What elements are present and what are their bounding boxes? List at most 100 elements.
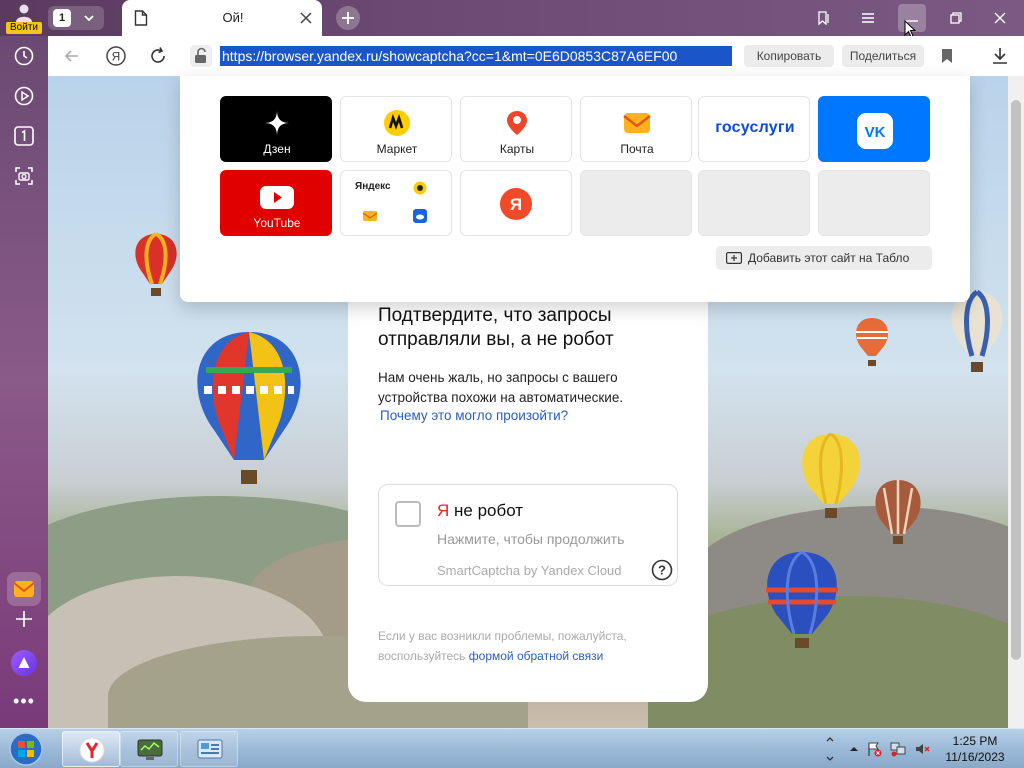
captcha-card: Подтвердите, что запросы отправляли вы, … [348, 260, 708, 702]
system-clock[interactable]: 1:25 PM 11/16/2023 [940, 733, 1010, 765]
why-link[interactable]: Почему это могло произойти? [380, 408, 568, 423]
unlocked-padlock-icon [195, 47, 206, 63]
not-robot-widget[interactable]: Я не робот Нажмите, чтобы продолжить Sma… [378, 484, 678, 586]
site-security-button[interactable] [190, 45, 212, 67]
tile-label: YouTube [253, 216, 301, 230]
reload-icon[interactable] [146, 44, 170, 68]
new-tab-button[interactable] [336, 6, 360, 30]
bookmark-icon[interactable] [940, 48, 954, 64]
captcha-hint: Нажмите, чтобы продолжить [437, 531, 625, 547]
tile-zen[interactable]: Дзен [220, 96, 332, 162]
action-center-flag-icon[interactable] [866, 741, 882, 757]
tabs-counter-icon[interactable] [12, 124, 36, 148]
copy-url-button[interactable]: Копировать [744, 45, 834, 67]
tile-label: Почта [620, 142, 654, 156]
back-arrow-icon[interactable] [60, 44, 84, 68]
close-icon [994, 12, 1006, 24]
svg-text:?: ? [658, 563, 666, 578]
yandex-browser-icon [79, 737, 105, 763]
add-site-label: Добавить этот сайт на Табло [748, 251, 910, 265]
downloads-icon[interactable] [988, 44, 1012, 68]
screenshot-camera-icon[interactable] [12, 164, 36, 188]
windows-start-icon [9, 732, 43, 766]
tab-count: 1 [53, 9, 71, 27]
share-button[interactable]: Поделиться [842, 45, 924, 67]
tile-gosuslugi[interactable]: госуслуги [698, 96, 810, 162]
zen-star-icon [264, 110, 290, 136]
hot-air-balloon-image [766, 550, 838, 648]
tab-active[interactable]: Ой! [122, 0, 322, 36]
collections-button[interactable] [810, 4, 838, 32]
tile-maps[interactable]: Карты [460, 96, 572, 162]
restore-icon [950, 12, 962, 24]
show-hidden-icons-icon[interactable] [846, 741, 862, 757]
not-robot-checkbox[interactable] [395, 501, 421, 527]
captcha-title: Подтвердите, что запросы отправляли вы, … [378, 305, 614, 350]
hot-air-balloon-image [875, 480, 921, 544]
tile-vk[interactable]: VK [818, 96, 930, 162]
maps-pin-icon [507, 111, 527, 135]
mail-app-button[interactable] [7, 572, 41, 606]
tile-yandex[interactable]: Я [460, 170, 572, 236]
tile-market[interactable]: Маркет [340, 96, 452, 162]
page-scrollbar[interactable] [1008, 76, 1024, 728]
not-robot-text: не робот [449, 501, 524, 520]
tab-title: Ой! [222, 10, 244, 25]
alice-assistant-button[interactable] [11, 650, 37, 676]
yandex-ya-letter: Я [437, 501, 450, 520]
add-box-icon [726, 252, 742, 264]
hot-air-balloon-image [135, 232, 177, 296]
vk-logo: VK [857, 113, 893, 149]
close-window-button[interactable] [986, 4, 1014, 32]
yandex-disk-icon [413, 209, 427, 223]
mail-envelope-icon [363, 211, 377, 221]
tab-count-button[interactable]: 1 [48, 6, 104, 30]
tile-youtube[interactable]: YouTube [220, 170, 332, 236]
tile-label: Карты [499, 142, 535, 156]
scrollbar-thumb[interactable] [1011, 100, 1021, 660]
browser-sidebar: ••• [0, 36, 48, 728]
tile-empty[interactable] [698, 170, 810, 236]
yandex-home-icon[interactable]: Я [104, 44, 128, 68]
taskbar-yandex-browser[interactable] [62, 731, 120, 767]
restore-button[interactable] [942, 4, 970, 32]
volume-muted-icon[interactable] [914, 741, 930, 757]
more-dots-icon[interactable]: ••• [10, 692, 38, 710]
help-question-icon[interactable]: ? [651, 559, 673, 581]
taskbar-control-panel[interactable] [180, 731, 238, 767]
tableau-dropdown: Дзен Маркет Карты Почта госуслуги VK You… [180, 76, 970, 302]
clock-date: 11/16/2023 [945, 750, 1005, 764]
tile-empty[interactable] [818, 170, 930, 236]
tile-yandex-group[interactable]: Яндекс [340, 170, 452, 236]
history-clock-icon[interactable] [12, 44, 36, 68]
add-site-to-tableau-button[interactable]: Добавить этот сайт на Табло [716, 246, 932, 270]
login-label: Войти [6, 22, 42, 34]
chevron-down-icon [84, 15, 94, 22]
yandex-wordmark: Яндекс [355, 181, 391, 192]
network-icon[interactable] [890, 741, 906, 757]
gosuslugi-logo: госуслуги [699, 119, 809, 137]
mail-envelope-icon [13, 581, 35, 597]
captcha-description: Нам очень жаль, но запросы с вашего устр… [378, 370, 624, 405]
user-avatar-icon [16, 4, 32, 22]
video-play-icon[interactable] [12, 84, 36, 108]
vk-logo-text: VK [865, 124, 886, 141]
captcha-brand: SmartCaptcha by Yandex Cloud [437, 563, 622, 578]
browser-toolbar: Я https://browser.yandex.ru/showcaptcha?… [48, 36, 1024, 76]
tray-scroll-icon[interactable] [824, 731, 836, 767]
tile-mail[interactable]: Почта [580, 96, 692, 162]
add-app-button[interactable] [7, 604, 41, 634]
url-input[interactable]: https://browser.yandex.ru/showcaptcha?cc… [220, 46, 732, 66]
feedback-form-link[interactable]: формой обратной связи [469, 649, 604, 663]
yandex-music-icon [413, 181, 427, 195]
mail-envelope-icon [623, 113, 651, 133]
menu-button[interactable] [854, 4, 882, 32]
taskbar-task-manager[interactable] [120, 731, 178, 767]
page-icon [134, 10, 148, 26]
close-tab-icon[interactable] [298, 10, 314, 26]
hot-air-balloon-image [197, 332, 301, 484]
tile-empty[interactable] [580, 170, 692, 236]
profile-button[interactable]: Войти [6, 2, 42, 34]
not-robot-label: Я не робот [437, 501, 523, 521]
start-button[interactable] [4, 731, 48, 767]
